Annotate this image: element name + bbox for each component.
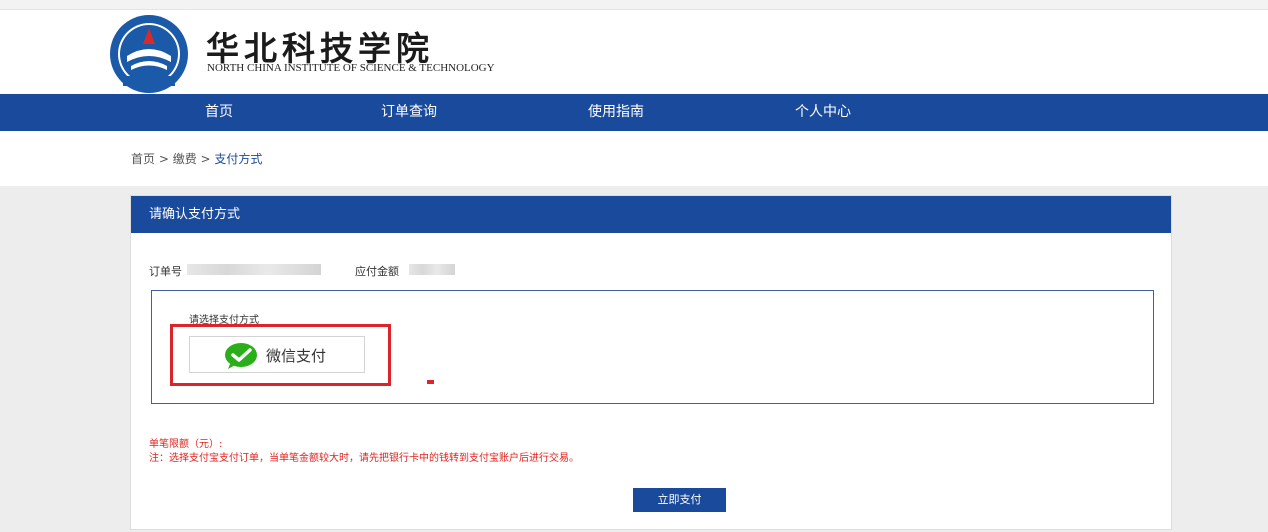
- amount-label: 应付金额: [355, 265, 399, 278]
- breadcrumb-separator: >: [155, 152, 173, 166]
- panel-title: 请确认支付方式: [131, 196, 1171, 233]
- wechat-pay-label: 微信支付: [266, 347, 327, 365]
- limit-notice: 单笔限额（元）: 注：选择支付宝支付订单，当单笔金额较大时，请先把银行卡中的钱转…: [149, 438, 579, 466]
- order-number-label: 订单号: [149, 265, 182, 278]
- breadcrumb-separator: >: [196, 152, 215, 166]
- breadcrumb-fee[interactable]: 缴费: [173, 152, 197, 166]
- wechat-pay-button[interactable]: 微信支付: [189, 336, 365, 373]
- site-header: 华北科技学院 NORTH CHINA INSTITUTE OF SCIENCE …: [0, 10, 1268, 94]
- limit-label: 单笔限额（元）:: [149, 439, 223, 450]
- nav-item-personal-center[interactable]: 个人中心: [795, 94, 851, 131]
- breadcrumb-home[interactable]: 首页: [131, 152, 155, 166]
- amount-redacted: [409, 264, 455, 275]
- alipay-note: 注：选择支付宝支付订单，当单笔金额较大时，请先把银行卡中的钱转到支付宝账户后进行…: [149, 453, 579, 464]
- payment-method-box: 请选择支付方式 微信支付: [151, 290, 1154, 404]
- breadcrumb: 首页 > 缴费 > 支付方式: [131, 150, 262, 167]
- school-emblem-icon: [110, 15, 188, 93]
- main-nav: 首页 订单查询 使用指南 个人中心: [0, 94, 1268, 131]
- wechat-icon: [225, 343, 257, 369]
- logo-subtitle: NORTH CHINA INSTITUTE OF SCIENCE & TECHN…: [207, 62, 495, 74]
- breadcrumb-current: 支付方式: [214, 152, 263, 166]
- red-mark: [427, 380, 434, 384]
- pay-now-button[interactable]: 立即支付: [633, 488, 726, 512]
- payment-panel: 请确认支付方式 订单号 应付金额 请选择支付方式 微信支付 单笔限额（元）: 注…: [130, 195, 1172, 530]
- top-strip: [0, 0, 1268, 10]
- nav-item-home[interactable]: 首页: [205, 94, 233, 131]
- nav-item-order-query[interactable]: 订单查询: [381, 94, 437, 131]
- nav-item-user-guide[interactable]: 使用指南: [588, 94, 644, 131]
- breadcrumb-band: 首页 > 缴费 > 支付方式: [0, 131, 1268, 186]
- order-number-redacted: [187, 264, 321, 275]
